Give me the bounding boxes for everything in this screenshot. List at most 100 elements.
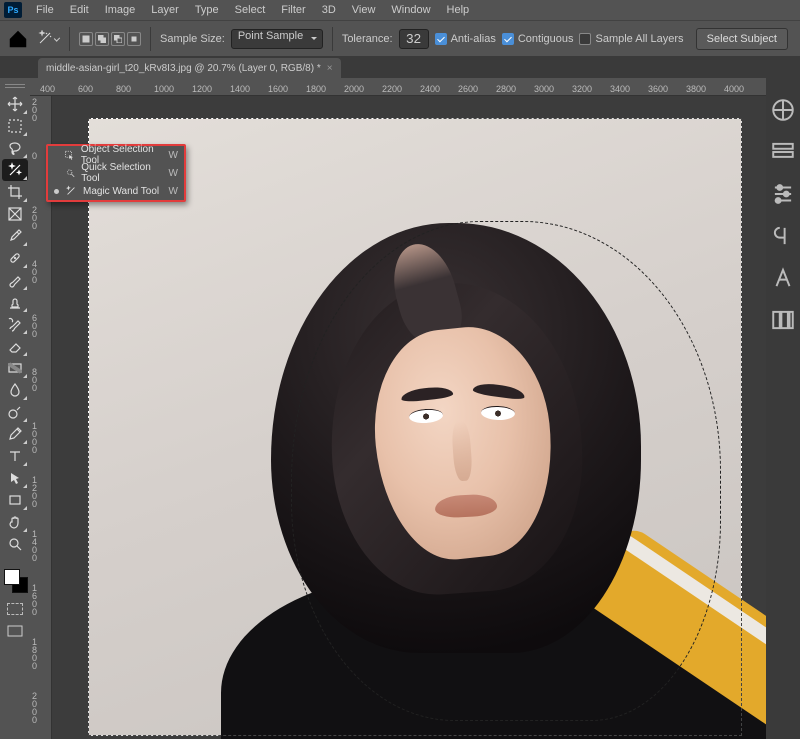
tool-blur-button[interactable]	[2, 379, 28, 401]
tool-dodge-button[interactable]	[2, 401, 28, 423]
tool-healing-button[interactable]	[2, 247, 28, 269]
ruler-tick: 200	[32, 98, 37, 122]
document-tab-title: middle-asian-girl_t20_kRv8I3.jpg @ 20.7%…	[46, 63, 321, 74]
ruler-tick: 1800	[306, 84, 326, 94]
magic-wand-icon	[37, 30, 53, 46]
tool-preset-button[interactable]	[36, 27, 60, 51]
ruler-horizontal[interactable]: 4006008001000120014001600180020002200240…	[30, 78, 766, 96]
tool-clone-button[interactable]	[2, 291, 28, 313]
tool-crop-button[interactable]	[2, 181, 28, 203]
ruler-tick: 1400	[230, 84, 250, 94]
tool-brush-button[interactable]	[2, 269, 28, 291]
tool-history-brush-button[interactable]	[2, 313, 28, 335]
menu-select[interactable]: Select	[227, 0, 274, 20]
swatches-panel-button[interactable]	[770, 140, 796, 164]
tolerance-input[interactable]	[399, 29, 429, 49]
flyout-item-label: Quick Selection Tool	[81, 162, 162, 184]
screen-mode-icon	[7, 625, 23, 637]
menu-view[interactable]: View	[344, 0, 384, 20]
ruler-tick: 3800	[686, 84, 706, 94]
type-icon	[7, 448, 23, 464]
menu-help[interactable]: Help	[439, 0, 478, 20]
ruler-tick: 2000	[32, 692, 37, 724]
tool-shape-button[interactable]	[2, 489, 28, 511]
ruler-tick: 1600	[32, 584, 37, 616]
sample-all-layers-checkbox[interactable]: Sample All Layers	[579, 33, 683, 45]
menu-window[interactable]: Window	[383, 0, 438, 20]
tool-magic-wand-button[interactable]	[2, 159, 28, 181]
document-tab[interactable]: middle-asian-girl_t20_kRv8I3.jpg @ 20.7%…	[38, 58, 341, 78]
zoom-icon	[7, 536, 23, 552]
home-button[interactable]	[6, 27, 30, 51]
menu-edit[interactable]: Edit	[62, 0, 97, 20]
character-panel-button[interactable]	[770, 266, 796, 290]
paragraph-panel-button[interactable]	[770, 224, 796, 248]
tolerance-label: Tolerance:	[342, 33, 393, 45]
move-icon	[7, 96, 23, 112]
contiguous-checkbox[interactable]: Contiguous	[502, 33, 574, 45]
menu-file[interactable]: File	[28, 0, 62, 20]
tool-move-button[interactable]	[2, 93, 28, 115]
flyout-item-label: Magic Wand Tool	[83, 186, 159, 197]
sample-size-select[interactable]: Point Sample	[231, 29, 323, 49]
close-icon[interactable]: ×	[327, 63, 333, 74]
tool-hand-button[interactable]	[2, 511, 28, 533]
color-swatches[interactable]	[2, 567, 28, 593]
flyout-item-quick-select[interactable]: Quick Selection Tool W	[48, 164, 184, 182]
tool-lasso-button[interactable]	[2, 137, 28, 159]
flyout-item-shortcut: W	[169, 168, 178, 179]
screen-mode-button[interactable]	[3, 623, 27, 639]
healing-icon	[7, 250, 23, 266]
adjustments-panel-button[interactable]	[770, 182, 796, 206]
shape-icon	[7, 492, 23, 508]
history-brush-icon	[7, 316, 23, 332]
selection-subtract-button[interactable]	[111, 32, 125, 46]
flyout-item-shortcut: W	[169, 150, 178, 161]
flyout-indicator-icon	[23, 308, 27, 312]
flyout-item-magic-wand[interactable]: Magic Wand ToolW	[48, 182, 184, 200]
select-subject-button[interactable]: Select Subject	[696, 28, 788, 50]
menu-filter[interactable]: Filter	[273, 0, 313, 20]
foreground-color-swatch[interactable]	[4, 569, 20, 585]
menu-image[interactable]: Image	[97, 0, 144, 20]
ruler-tick: 3400	[610, 84, 630, 94]
tool-rect-marquee-button[interactable]	[2, 115, 28, 137]
tool-pen-button[interactable]	[2, 423, 28, 445]
menu-type[interactable]: Type	[187, 0, 227, 20]
selected-indicator-icon	[54, 189, 59, 194]
tool-zoom-button[interactable]	[2, 533, 28, 555]
tool-eyedropper-button[interactable]	[2, 225, 28, 247]
sample-all-label: Sample All Layers	[595, 33, 683, 45]
flyout-indicator-icon	[23, 154, 27, 158]
tool-type-button[interactable]	[2, 445, 28, 467]
flyout-indicator-icon	[23, 528, 27, 532]
flyout-indicator-icon	[23, 462, 27, 466]
artboard[interactable]	[88, 118, 742, 736]
flyout-indicator-icon	[23, 176, 27, 180]
quick-mask-button[interactable]	[3, 600, 27, 618]
selection-new-button[interactable]	[79, 32, 93, 46]
selection-intersect-button[interactable]	[127, 32, 141, 46]
right-panel-dock	[766, 78, 800, 739]
flyout-indicator-icon	[23, 286, 27, 290]
tool-gradient-button[interactable]	[2, 357, 28, 379]
selection-add-button[interactable]	[95, 32, 109, 46]
ruler-tick: 600	[32, 314, 37, 338]
app-logo: Ps	[4, 2, 22, 18]
tool-frame-button[interactable]	[2, 203, 28, 225]
color-panel-button[interactable]	[770, 98, 796, 122]
ruler-tick: 2000	[344, 84, 364, 94]
ruler-tick: 400	[32, 260, 37, 284]
menu-3d[interactable]: 3D	[314, 0, 344, 20]
tool-flyout-menu: Object Selection ToolWQuick Selection To…	[46, 144, 186, 202]
antialias-checkbox[interactable]: Anti-alias	[435, 33, 496, 45]
tool-eraser-button[interactable]	[2, 335, 28, 357]
menu-bar: Ps File Edit Image Layer Type Select Fil…	[0, 0, 800, 20]
ruler-tick: 1400	[32, 530, 37, 562]
tool-path-select-button[interactable]	[2, 467, 28, 489]
menu-layer[interactable]: Layer	[143, 0, 187, 20]
panel-grip-icon[interactable]	[5, 84, 25, 88]
antialias-label: Anti-alias	[451, 33, 496, 45]
libraries-panel-button[interactable]	[770, 308, 796, 332]
flyout-indicator-icon	[23, 440, 27, 444]
